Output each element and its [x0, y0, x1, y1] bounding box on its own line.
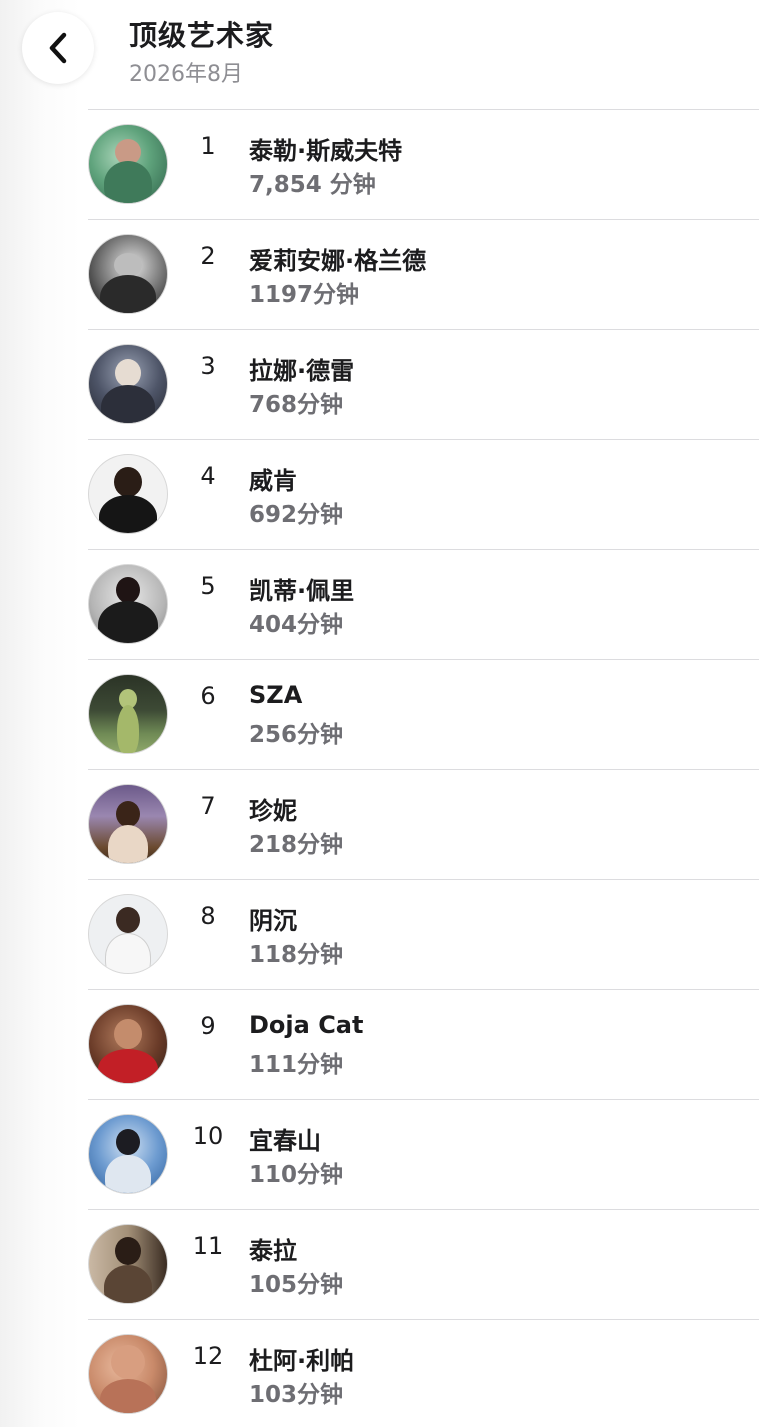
avatar — [88, 1004, 168, 1084]
artist-rank: 7 — [200, 792, 216, 820]
artist-row[interactable]: 6 SZA 256分钟 — [88, 659, 759, 769]
avatar — [88, 564, 168, 644]
artist-row[interactable]: 12 杜阿·利帕 103分钟 — [88, 1319, 759, 1427]
artist-minutes: 7,854 分钟 — [249, 172, 376, 198]
artist-list: 1 泰勒·斯威夫特 7,854 分钟 2 爱莉安娜·格兰德 1197分钟 3 拉… — [88, 109, 759, 1427]
page-subtitle: 2026年8月 — [129, 62, 243, 87]
avatar — [88, 894, 168, 974]
avatar — [88, 234, 168, 314]
artist-row[interactable]: 1 泰勒·斯威夫特 7,854 分钟 — [88, 109, 759, 219]
artist-name: 宜春山 — [249, 1127, 321, 1155]
artist-name: 威肯 — [249, 467, 297, 495]
artist-rank: 12 — [192, 1342, 224, 1370]
artist-rank: 8 — [200, 902, 216, 930]
artist-name: 拉娜·德雷 — [249, 357, 355, 385]
avatar — [88, 1114, 168, 1194]
artist-row[interactable]: 11 泰拉 105分钟 — [88, 1209, 759, 1319]
artist-rank: 9 — [200, 1012, 216, 1040]
artist-name: 阴沉 — [249, 907, 297, 935]
chevron-left-icon — [45, 31, 71, 65]
avatar — [88, 1224, 168, 1304]
avatar — [88, 454, 168, 534]
avatar — [88, 674, 168, 754]
artist-name: 泰拉 — [249, 1237, 297, 1265]
artist-row[interactable]: 3 拉娜·德雷 768分钟 — [88, 329, 759, 439]
avatar — [88, 124, 168, 204]
artist-row[interactable]: 5 凯蒂·佩里 404分钟 — [88, 549, 759, 659]
artist-minutes: 110分钟 — [249, 1162, 344, 1188]
artist-row[interactable]: 7 珍妮 218分钟 — [88, 769, 759, 879]
artist-minutes: 768分钟 — [249, 392, 344, 418]
artist-name: 泰勒·斯威夫特 — [249, 137, 403, 165]
artist-name: 杜阿·利帕 — [249, 1347, 355, 1375]
back-button[interactable] — [22, 12, 94, 84]
artist-minutes: 118分钟 — [249, 942, 344, 968]
artist-minutes: 111分钟 — [249, 1052, 344, 1078]
artist-minutes: 103分钟 — [249, 1382, 344, 1408]
artist-row[interactable]: 9 Doja Cat 111分钟 — [88, 989, 759, 1099]
page-title: 顶级艺术家 — [129, 19, 275, 52]
artist-rank: 3 — [200, 352, 216, 380]
avatar — [88, 1334, 168, 1414]
artist-rank: 5 — [200, 572, 216, 600]
artist-rank: 10 — [192, 1122, 224, 1150]
top-artists-page: 顶级艺术家 2026年8月 1 泰勒·斯威夫特 7,854 分钟 2 爱莉安娜·… — [0, 0, 759, 1427]
artist-row[interactable]: 2 爱莉安娜·格兰德 1197分钟 — [88, 219, 759, 329]
artist-name: 爱莉安娜·格兰德 — [249, 247, 427, 275]
artist-rank: 1 — [200, 132, 216, 160]
artist-minutes: 105分钟 — [249, 1272, 344, 1298]
avatar — [88, 344, 168, 424]
artist-minutes: 1197分钟 — [249, 282, 360, 308]
artist-rank: 2 — [200, 242, 216, 270]
artist-row[interactable]: 4 威肯 692分钟 — [88, 439, 759, 549]
artist-row[interactable]: 10 宜春山 110分钟 — [88, 1099, 759, 1209]
artist-name: SZA — [249, 681, 303, 709]
artist-minutes: 404分钟 — [249, 612, 344, 638]
artist-minutes: 692分钟 — [249, 502, 344, 528]
artist-minutes: 256分钟 — [249, 722, 344, 748]
avatar — [88, 784, 168, 864]
artist-row[interactable]: 8 阴沉 118分钟 — [88, 879, 759, 989]
artist-name: 珍妮 — [249, 797, 297, 825]
artist-rank: 4 — [200, 462, 216, 490]
artist-name: 凯蒂·佩里 — [249, 577, 355, 605]
artist-minutes: 218分钟 — [249, 832, 344, 858]
artist-rank: 11 — [192, 1232, 224, 1260]
artist-name: Doja Cat — [249, 1011, 364, 1039]
artist-rank: 6 — [200, 682, 216, 710]
